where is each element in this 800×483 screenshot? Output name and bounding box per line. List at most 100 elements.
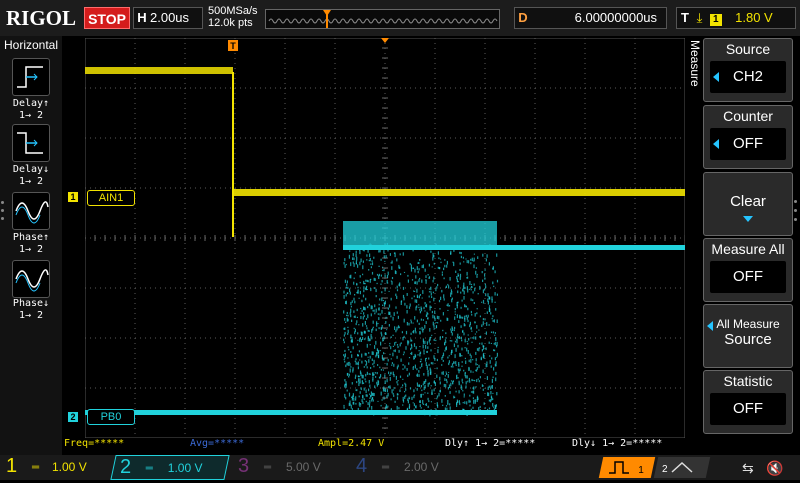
ch3-status[interactable]: 3 ═ 5.00 V [232,455,344,480]
menu-page-dots-right-icon [794,200,798,228]
dc-coupling-icon: ═ [382,462,390,473]
ch1-scale: 1.00 V [52,460,87,474]
waveform-overview [265,9,500,29]
math-function-button[interactable]: 1 [598,457,656,478]
phase-rising-sub: 1→ 2 [18,244,44,255]
ch2-offset-marker[interactable]: 2 [68,412,78,422]
ch3-number: 3 [238,455,250,477]
ch1-label-tag[interactable]: AIN1 [87,190,135,206]
delay-falling-sub: 1→ 2 [18,176,44,187]
delay-key: D [518,10,528,25]
trigger-edge-icon: ⤓ [696,10,703,25]
dc-coupling-icon: ═ [145,463,153,474]
ch4-number: 4 [356,455,368,477]
counter-title: Counter [723,108,773,124]
phase-falling-sub: 1→ 2 [18,310,44,321]
dc-coupling-icon: ═ [264,462,272,473]
delay-value: 6.00000000us [574,10,658,25]
waveform-display[interactable]: T [85,38,685,438]
dropdown-arrow-icon [743,216,753,222]
source-title: Source [725,41,771,57]
svg-text:1: 1 [638,465,644,476]
svg-text:2: 2 [662,464,668,475]
phase-rising-icon [15,201,49,224]
horizontal-menu-panel: Horizontal Delay↑ 1→ 2 Delay↓ 1→ 2 Phase… [0,36,62,456]
delay-fall-measurement: Dly↓ 1→ 2=***** [572,438,663,449]
acquisition-info: 500MSa/s 12.0k pts [208,5,258,29]
ch3-scale: 5.00 V [286,460,321,474]
ch2-status[interactable]: 2 ═ 1.00 V [110,455,230,480]
trigger-level: 1.80 V [735,10,773,25]
horizontal-key: H [137,10,147,25]
usb-icon: ⇆ [742,460,754,476]
phase-rising-button[interactable] [12,192,50,230]
ref-function-button[interactable]: 2 [653,457,711,478]
ch2-scale: 1.00 V [167,461,203,475]
ch4-status[interactable]: 4 ═ 2.00 V [350,455,462,480]
measurement-results: Freq=***** Avg=***** Ampl=2.47 V Dly↑ 1→… [62,438,702,450]
delay-falling-button[interactable] [12,124,50,162]
sample-rate: 500MSa/s [208,5,258,17]
clear-label: Clear [730,193,766,210]
ch1-status[interactable]: 1 ═ 1.00 V [0,455,112,480]
ch2-number: 2 [120,456,132,478]
select-arrow-icon [713,139,719,149]
timebase-value: 2.00us [150,10,190,25]
math-wave-icon: 1 [609,461,644,476]
all-measure-source-softkey[interactable]: All Measure Source [703,304,793,368]
freq-measurement: Freq=***** [64,438,125,449]
delay-position[interactable]: D 6.00000000us [514,7,667,29]
delay-rising-label: Delay↑ [12,98,50,109]
svg-text:T: T [230,41,236,51]
run-stop-status[interactable]: STOP [84,7,130,29]
trigger-channel-badge: 1 [709,14,722,26]
delay-falling-icon [17,132,43,154]
ch2-label-tag[interactable]: PB0 [87,409,135,425]
brand-logo: RIGOL [6,6,77,30]
phase-falling-label: Phase↓ [12,298,50,309]
ch1-number: 1 [6,455,18,477]
avg-measurement: Avg=***** [190,438,245,449]
delay-rise-measurement: Dly↑ 1→ 2=***** [445,438,536,449]
dc-coupling-icon: ═ [32,462,40,473]
measure-softkey-menu: Source CH2 Counter OFF Clear Measure All… [703,38,800,438]
channel-status-bar: 1 ═ 1.00 V 2 ═ 1.00 V 3 ═ 5.00 V 4 ═ 2.0… [0,455,800,480]
source-value-box: CH2 [710,61,786,93]
phase-rising-label: Phase↑ [12,232,50,243]
statistic-softkey[interactable]: Statistic OFF [703,370,793,434]
statistic-value: OFF [710,393,786,425]
select-arrow-icon [707,321,713,331]
source-value: CH2 [732,68,763,85]
ch1-offset-marker[interactable]: 1 [68,192,78,202]
clear-softkey[interactable]: Clear [703,172,793,236]
horizontal-timebase[interactable]: H 2.00us [133,7,203,29]
counter-value: OFF [733,135,763,152]
menu-page-dots-icon [1,201,6,225]
trigger-key: T [681,10,689,25]
delay-rising-sub: 1→ 2 [18,110,44,121]
delay-falling-label: Delay↓ [12,164,50,175]
measure-all-value: OFF [710,261,786,293]
counter-value-box: OFF [710,128,786,160]
phase-falling-button[interactable] [12,260,50,298]
measure-all-title: Measure All [711,241,785,257]
delay-rising-icon [17,66,43,88]
measure-all-softkey[interactable]: Measure All OFF [703,238,793,302]
ampl-measurement: Ampl=2.47 V [318,438,385,449]
top-status-bar: RIGOL STOP H 2.00us 500MSa/s 12.0k pts D … [0,0,800,36]
phase-falling-icon [15,269,49,292]
speaker-muted-icon[interactable]: 🔇 [766,458,788,478]
measure-menu-tab: Measure [688,40,702,87]
counter-softkey[interactable]: Counter OFF [703,105,793,169]
all-measure-title: All Measure Source [704,305,792,348]
ch4-scale: 2.00 V [404,460,439,474]
source-softkey[interactable]: Source CH2 [703,38,793,102]
select-arrow-icon [713,72,719,82]
statistic-title: Statistic [723,373,773,389]
ref-wave-icon: 2 [662,461,693,475]
memory-depth: 12.0k pts [208,17,253,29]
delay-rising-button[interactable] [12,58,50,96]
overview-wave-icon [268,10,498,28]
trigger-settings[interactable]: T ⤓ 1 1.80 V [676,7,796,29]
panel-title: Horizontal [3,38,59,52]
